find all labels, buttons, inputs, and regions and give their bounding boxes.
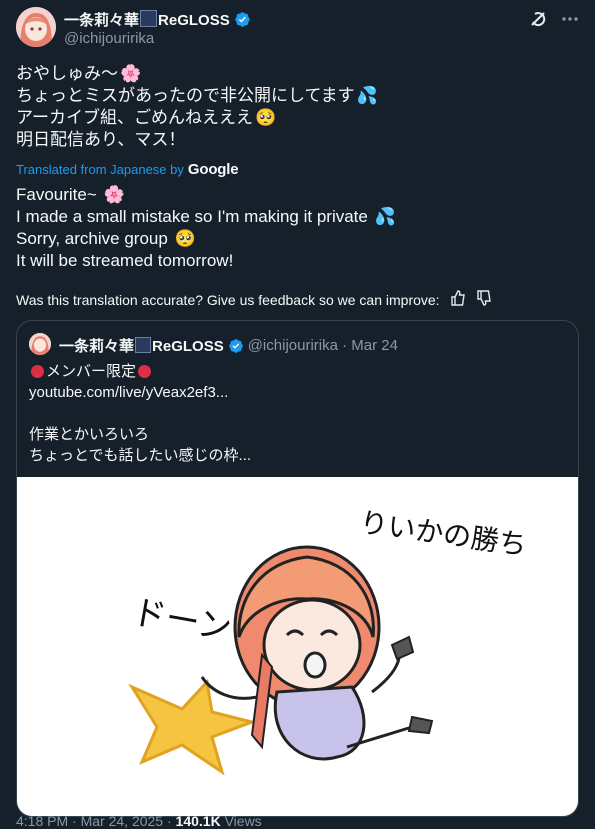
text-line: アーカイブ組、ごめんねえええ 🥺 xyxy=(16,108,277,127)
thumbs-down-icon[interactable] xyxy=(476,290,492,309)
sweat-droplets-emoji: 💦 xyxy=(374,207,396,226)
text-line: Sorry, archive group 🥺 xyxy=(16,229,196,248)
feedback-prompt: Was this translation accurate? Give us f… xyxy=(16,291,440,308)
translation-label: Translated from Japanese by xyxy=(16,162,184,177)
translated-text: Favourite~ 🌸 I made a small mistake so I… xyxy=(16,184,396,272)
author-handle[interactable]: @ichijouririka xyxy=(64,30,154,47)
text-line: おやしゅみ～ 🌸 xyxy=(16,64,142,83)
text-line: ちょっとでも話したい感じの枠... xyxy=(29,447,252,464)
text-line: メンバー限定 xyxy=(29,361,251,382)
red-circle-emoji xyxy=(31,365,44,378)
text-line xyxy=(29,403,251,424)
tweet: 一条莉々華 ReGLOSS @ichijouririka おやしゅみ～ 🌸 ちょっと… xyxy=(0,0,595,829)
red-circle-emoji xyxy=(138,365,152,378)
quoted-link[interactable]: youtube.com/live/yVeax2ef3... xyxy=(29,382,251,403)
grok-icon[interactable] xyxy=(527,8,549,30)
original-post-text: おやしゅみ～ 🌸 ちょっとミスがあったので非公開にしてます 💦 アーカイブ組、ごめん… xyxy=(16,63,378,151)
separator: · xyxy=(72,813,77,829)
thumbs-up-icon[interactable] xyxy=(450,290,466,309)
more-options-icon[interactable] xyxy=(559,8,581,30)
post-time[interactable]: 4:18 PM xyxy=(16,813,68,829)
chibi-illustration: ドーンッ りいかの勝ち xyxy=(128,506,529,776)
quoted-name-row: 一条莉々華 ReGLOSS @ichijouririka · Mar 24 xyxy=(59,335,398,356)
views-count: 140.1K xyxy=(175,813,221,829)
group-logo-icon xyxy=(135,337,152,353)
sweat-droplets-emoji: 💦 xyxy=(356,86,378,105)
quoted-post[interactable]: 一条莉々華 ReGLOSS @ichijouririka · Mar 24 メンバ… xyxy=(16,320,579,817)
translation-attribution[interactable]: Translated from Japanese by Google xyxy=(16,161,239,178)
pleading-face-emoji: 🥺 xyxy=(174,229,196,248)
text-line: I made a small mistake so I'm making it … xyxy=(16,207,396,226)
top-actions xyxy=(527,8,581,30)
translation-feedback: Was this translation accurate? Give us f… xyxy=(16,290,492,309)
verified-badge-icon xyxy=(234,12,250,27)
pleading-face-emoji: 🥺 xyxy=(254,108,277,127)
cherry-blossom-emoji: 🌸 xyxy=(120,64,142,83)
quoted-avatar[interactable] xyxy=(29,333,51,355)
display-name[interactable]: 一条莉々華 ReGLOSS xyxy=(64,9,230,30)
quoted-meta: @ichijouririka · Mar 24 xyxy=(247,337,398,354)
group-logo-icon xyxy=(140,10,158,27)
text-line: Favourite~ 🌸 xyxy=(16,185,125,204)
views-label: Views xyxy=(224,813,262,829)
separator: · xyxy=(166,813,172,829)
post-date[interactable]: Mar 24, 2025 xyxy=(81,813,164,829)
text-line: 作業とかいろいろ xyxy=(29,426,150,443)
google-logo: Google xyxy=(187,161,239,178)
verified-badge-icon xyxy=(228,338,243,353)
handwritten-text: りいかの勝ち xyxy=(358,506,529,562)
text-line: ちょっとミスがあったので非公開にしてます 💦 xyxy=(16,86,378,105)
avatar[interactable] xyxy=(16,7,56,47)
text-line: It will be streamed tomorrow! xyxy=(16,251,234,270)
author-name-row: 一条莉々華 ReGLOSS xyxy=(64,9,251,30)
cherry-blossom-emoji: 🌸 xyxy=(103,185,125,204)
post-footer: 4:18 PM · Mar 24, 2025 · 140.1K Views xyxy=(16,813,262,829)
text-line: 明日配信あり、マス！ xyxy=(16,130,186,149)
quoted-display-name[interactable]: 一条莉々華 ReGLOSS xyxy=(59,335,224,356)
quoted-text: メンバー限定 youtube.com/live/yVeax2ef3... 作業と… xyxy=(29,361,251,466)
quoted-image[interactable]: ドーンッ りいかの勝ち xyxy=(17,477,578,816)
